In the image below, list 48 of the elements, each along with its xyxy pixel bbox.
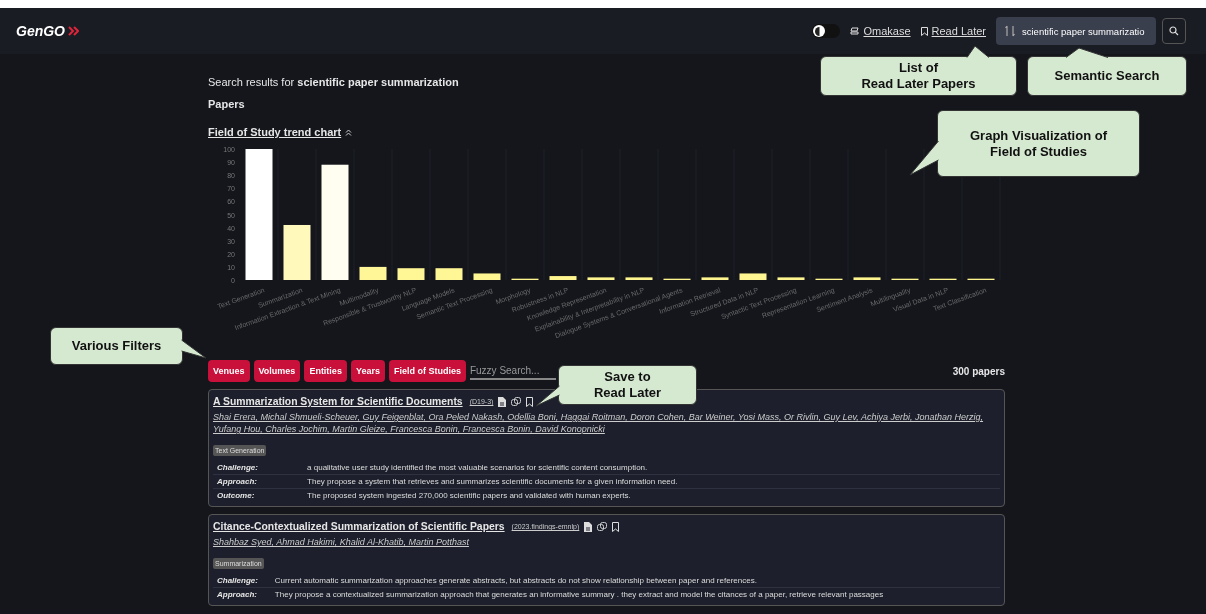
filter-button[interactable]: Years <box>350 360 385 382</box>
summary-text: They propose a system that retrieves and summarizes scientific documents for a given information need. <box>307 477 678 486</box>
semantic-search-field[interactable]: scientific paper summarizatio <box>996 17 1156 45</box>
document-icon[interactable] <box>584 521 593 532</box>
paper-count: 300 papers <box>952 365 1005 377</box>
callout-pointer <box>181 339 207 359</box>
callout-pointer <box>535 385 560 407</box>
author-list[interactable]: Shahbaz Syed, Ahmad Hakimi, Khalid Al-Khatib, Martin Potthast <box>213 536 1000 548</box>
callout-pointer <box>966 45 990 58</box>
search-results-heading: Search results for scientific paper summarization <box>208 76 459 88</box>
paper-title-link[interactable]: Citance-Contextualized Summarization of Scientific Papers <box>213 521 505 532</box>
double-chevron-icon <box>68 26 79 36</box>
callout-pointer <box>909 140 939 176</box>
summary-label: Approach: <box>217 590 257 599</box>
filter-button[interactable]: Entities <box>304 360 347 382</box>
fuzzy-search-field[interactable]: Fuzzy Search... <box>469 362 556 380</box>
bookmark-icon[interactable] <box>612 521 620 532</box>
collapse-icon[interactable] <box>345 128 353 136</box>
bookmark-icon[interactable] <box>526 396 534 407</box>
arrows-icon <box>1005 25 1015 37</box>
filter-button[interactable]: Field of Studies <box>388 360 466 382</box>
callout-pointer <box>1065 47 1109 58</box>
document-icon[interactable] <box>498 396 507 407</box>
summary-text: The proposed system ingested 270,000 scientific papers and validated with human experts. <box>307 491 631 500</box>
search-button[interactable] <box>1162 18 1186 44</box>
paper-title-link[interactable]: A Summarization System for Scientific Documents <box>213 396 463 407</box>
copy-icon[interactable] <box>511 396 522 407</box>
chart-toggle-link[interactable]: Field of Study trend chart <box>208 126 342 138</box>
tray-icon <box>850 27 860 35</box>
summary-text: a qualitative user study identified the most valuable scenarios for scientific content consumption. <box>307 463 648 472</box>
theme-toggle[interactable] <box>812 24 841 38</box>
search-icon <box>1169 26 1179 36</box>
nav-link[interactable]: Omakase <box>850 25 911 37</box>
filter-button[interactable]: Venues <box>208 360 250 382</box>
filter-button[interactable]: Volumes <box>253 360 301 382</box>
summary-text: Current automatic summarization approaches generate abstracts, but abstracts do not show relationship between paper and references. <box>274 576 757 585</box>
summary-text: They propose a contextualized summarization approach that generates an informative summary . they extract and model the citances of a paper, retrieve relevant passages <box>274 590 884 599</box>
copy-icon[interactable] <box>597 521 608 532</box>
section-title: Papers <box>208 98 246 110</box>
bookmark-icon <box>920 26 928 36</box>
summary-label: Challenge: <box>217 576 258 585</box>
summary-label: Challenge: <box>217 463 258 472</box>
nav-link[interactable]: Read Later <box>920 25 986 37</box>
bar[interactable] <box>359 266 387 280</box>
summary-label: Outcome: <box>217 491 255 500</box>
summary-label: Approach: <box>217 477 257 486</box>
logo[interactable]: GenGO <box>16 23 65 39</box>
author-list[interactable]: Shai Erera, Michal Shmueli-Scheuer, Guy Feigenblat, Ora Peled Nakash, Odellia Boni, Haggai Roitman, Doron Cohen, Bar Weiner, Yosi Mass, Or Rivlin, Guy Lev, Achiya Jerbi, Jonathan Herzig, Yufang Hou, Charles Jochim, Martin Gleize, Francesca Bonin, Francesca Bonin, David Konopnicki <box>213 411 1000 435</box>
